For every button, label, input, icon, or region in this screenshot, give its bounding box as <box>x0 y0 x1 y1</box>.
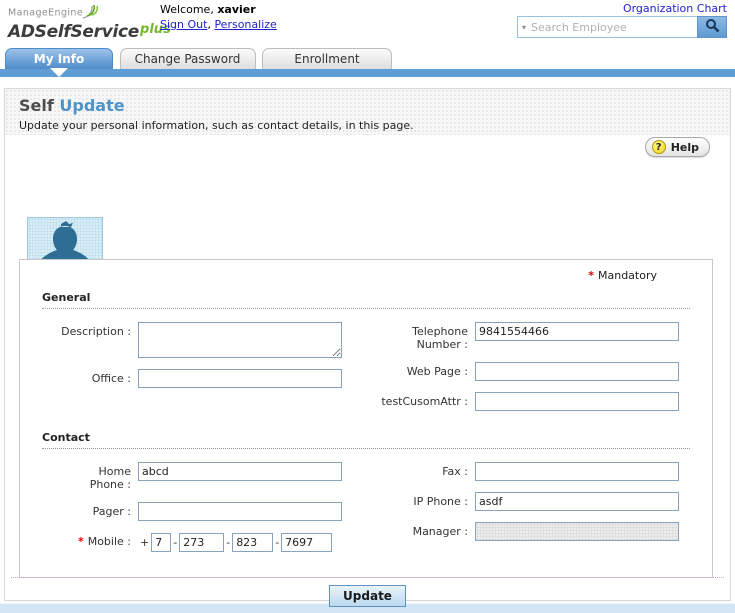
section-heading-general: General <box>42 291 690 309</box>
tab-my-info-label: My Info <box>34 52 84 66</box>
ip-phone-input[interactable] <box>475 492 679 511</box>
mobile-dash: - <box>173 536 177 549</box>
field-row-webpage: Web Page : <box>375 362 698 381</box>
custom-attr-input[interactable] <box>475 392 679 411</box>
home-phone-label: Home Phone : <box>30 462 138 491</box>
field-row-description: Description : <box>30 322 375 358</box>
field-row-custom-attr: testCusomAttr : <box>375 392 698 411</box>
tab-my-info[interactable]: My Info <box>5 48 113 69</box>
pager-label: Pager : <box>30 502 138 518</box>
manager-label: Manager : <box>375 522 475 538</box>
mandatory-note: * Mandatory <box>20 260 712 282</box>
page-title-primary: Self <box>19 96 59 115</box>
welcome-block: Welcome, xavier Sign Out, Personalize <box>160 2 277 32</box>
mobile-dash: - <box>275 536 279 549</box>
title-band: Self Update Update your personal informa… <box>5 89 730 135</box>
webpage-input[interactable] <box>475 362 679 381</box>
help-button[interactable]: ? Help <box>645 137 710 157</box>
description-input[interactable] <box>138 322 342 358</box>
organization-chart-link[interactable]: Organization Chart <box>623 2 727 15</box>
general-fields: Description : Office : Telephone Number … <box>20 309 712 422</box>
search-button[interactable] <box>697 16 727 38</box>
app-logo: ManageEngine ADSelfServiceplus <box>8 3 171 42</box>
fax-input[interactable] <box>475 462 679 481</box>
mobile-dash: - <box>226 536 230 549</box>
tab-change-password[interactable]: Change Password <box>120 48 256 69</box>
field-row-fax: Fax : <box>375 462 698 481</box>
search-input-wrap: ▾ <box>517 16 697 38</box>
fax-label: Fax : <box>375 462 475 478</box>
help-icon: ? <box>652 140 666 154</box>
mobile-area-input[interactable] <box>179 533 224 552</box>
manager-input <box>475 522 679 541</box>
field-row-mobile: * Mobile : + - - - <box>30 532 375 552</box>
welcome-text: Welcome, <box>160 3 217 16</box>
main-tabs: My Info Change Password Enrollment <box>0 48 735 77</box>
sign-out-link[interactable]: Sign Out <box>160 18 207 31</box>
page-title-accent: Update <box>59 96 124 115</box>
field-row-manager: Manager : <box>375 522 698 541</box>
logo-swoosh-icon <box>81 3 99 22</box>
mobile-required-asterisk: * <box>78 535 84 548</box>
telephone-input[interactable] <box>475 322 679 341</box>
content-panel: Self Update Update your personal informa… <box>4 88 731 601</box>
mobile-segmented-input: + - - - <box>138 532 332 552</box>
home-phone-input[interactable] <box>138 462 342 481</box>
mandatory-asterisk: * <box>588 269 594 282</box>
search-employee-input[interactable] <box>531 21 693 34</box>
field-row-telephone: Telephone Number : <box>375 322 698 351</box>
field-row-ip-phone: IP Phone : <box>375 492 698 511</box>
username: xavier <box>217 3 255 16</box>
description-label: Description : <box>30 322 138 338</box>
button-separator <box>11 577 724 578</box>
magnifier-icon <box>705 18 720 36</box>
office-input[interactable] <box>138 369 342 388</box>
field-row-home-phone: Home Phone : <box>30 462 375 491</box>
custom-attr-label: testCusomAttr : <box>375 392 475 408</box>
mobile-label: * Mobile : <box>30 532 138 548</box>
page-subtitle: Update your personal information, such a… <box>19 119 730 132</box>
tab-change-password-label: Change Password <box>135 52 241 66</box>
tab-enrollment[interactable]: Enrollment <box>262 48 392 69</box>
mobile-prefix: + <box>140 536 149 549</box>
logo-brand-text: ManageEngine <box>8 8 83 19</box>
logo-product-text: ADSelfService <box>8 22 139 42</box>
contact-fields: Home Phone : Pager : * Mobile : + - - <box>20 449 712 563</box>
mandatory-label: Mandatory <box>598 269 657 282</box>
pager-input[interactable] <box>138 502 342 521</box>
search-scope-dropdown-icon[interactable]: ▾ <box>522 23 526 32</box>
mobile-exchange-input[interactable] <box>232 533 273 552</box>
mobile-country-input[interactable] <box>151 533 171 552</box>
field-row-pager: Pager : <box>30 502 375 521</box>
page-title: Self Update <box>19 96 730 115</box>
telephone-label: Telephone Number : <box>375 322 475 351</box>
ip-phone-label: IP Phone : <box>375 492 475 508</box>
active-tab-notch <box>50 68 68 77</box>
employee-search: ▾ <box>517 16 727 38</box>
tab-enrollment-label: Enrollment <box>294 52 359 66</box>
webpage-label: Web Page : <box>375 362 475 378</box>
personalize-link[interactable]: Personalize <box>214 18 276 31</box>
tab-accent-band <box>0 69 735 77</box>
help-button-label: Help <box>671 141 699 154</box>
app-header: ManageEngine ADSelfServiceplus Welcome, … <box>0 0 735 48</box>
mobile-number-input[interactable] <box>281 533 332 552</box>
mobile-label-text: Mobile : <box>88 535 131 548</box>
office-label: Office : <box>30 369 138 385</box>
self-update-form: * Mandatory General Description : Office … <box>19 259 713 578</box>
field-row-office: Office : <box>30 369 375 388</box>
update-button[interactable]: Update <box>329 585 406 607</box>
section-heading-contact: Contact <box>42 431 690 449</box>
